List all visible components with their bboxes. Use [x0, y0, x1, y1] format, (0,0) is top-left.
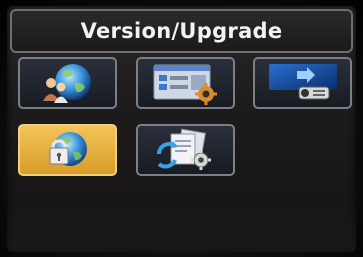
- menu-item-version-upgrade[interactable]: [18, 124, 117, 176]
- menu-screen: Version/Upgrade: [7, 6, 356, 252]
- projector-icon: [263, 61, 343, 105]
- document-refresh-gear-icon: [151, 128, 221, 172]
- title-bar: Version/Upgrade: [10, 9, 353, 53]
- screen-glare: [7, 202, 356, 252]
- page-title: Version/Upgrade: [80, 19, 283, 43]
- menu-item-system-settings[interactable]: [136, 57, 235, 109]
- globe-people-icon: [33, 61, 103, 105]
- menu-item-reset[interactable]: [136, 124, 235, 176]
- menu-item-output[interactable]: [253, 57, 352, 109]
- globe-lock-icon: [33, 128, 103, 172]
- menu-item-language[interactable]: [18, 57, 117, 109]
- settings-panel-gear-icon: [146, 61, 226, 105]
